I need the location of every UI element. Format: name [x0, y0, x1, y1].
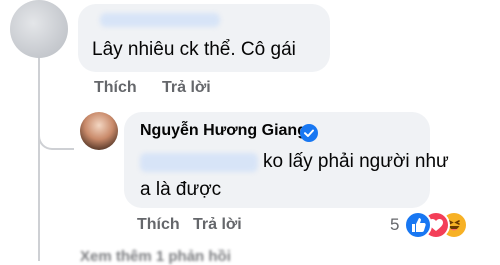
reply-text-line-1: ko lấy phải người như [263, 151, 449, 172]
like-button[interactable]: Thích [137, 216, 180, 234]
replier-avatar[interactable] [80, 112, 118, 150]
reply-button[interactable]: Trả lời [193, 216, 242, 234]
replier-name[interactable]: Nguyễn Hương Giang [140, 122, 307, 140]
reaction-count[interactable]: 5 [390, 215, 399, 235]
reply-button[interactable]: Trả lời [162, 79, 211, 97]
thread-line [38, 52, 40, 261]
comment-text: Lây nhiêu ck thể. Cô gái [92, 39, 296, 60]
verified-badge-icon [300, 124, 318, 142]
reply-connector [38, 124, 74, 150]
reaction-summary[interactable] [404, 211, 484, 239]
commenter-name-blurred[interactable] [100, 13, 220, 27]
reply-text-line-2: a là được [140, 179, 222, 200]
view-more-replies[interactable]: Xem thêm 1 phản hồi [80, 248, 231, 265]
commenter-avatar[interactable] [10, 0, 68, 58]
tagged-name-blurred[interactable] [140, 153, 258, 172]
like-icon [404, 211, 432, 239]
like-button[interactable]: Thích [94, 79, 137, 97]
